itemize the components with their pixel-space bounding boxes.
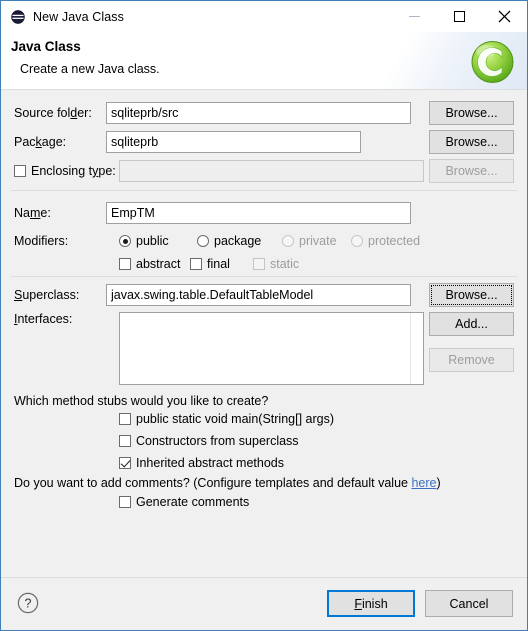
checkbox-box xyxy=(14,165,26,177)
dialog-body: Source folder: Browse... Package: Browse… xyxy=(1,90,527,577)
method-stubs-question: Which method stubs would you like to cre… xyxy=(14,394,269,408)
new-java-class-dialog: New Java Class Java Class Create a new J… xyxy=(0,0,528,631)
enclosing-type-input[interactable] xyxy=(119,160,424,182)
stub-checkbox-main[interactable]: public static void main(String[] args) xyxy=(119,412,334,426)
stub-checkbox-constructors[interactable]: Constructors from superclass xyxy=(119,434,299,448)
cancel-button[interactable]: Cancel xyxy=(425,590,513,617)
modifier-radio-public[interactable]: public xyxy=(119,234,169,248)
enclosing-type-browse-button[interactable]: Browse... xyxy=(429,159,514,183)
checkbox-box xyxy=(119,496,131,508)
modifiers-row: Modifiers: public package private protec… xyxy=(1,230,527,252)
modifier-label: public xyxy=(136,234,169,248)
window-title: New Java Class xyxy=(33,9,125,24)
stub-checkbox-inherited[interactable]: Inherited abstract methods xyxy=(119,456,284,470)
maximize-icon xyxy=(454,11,465,22)
enclosing-type-row: Enclosing type: Browse... xyxy=(1,159,527,183)
modifier-label: private xyxy=(299,234,337,248)
interfaces-listbox[interactable] xyxy=(119,312,424,385)
modifier-label: static xyxy=(270,257,300,271)
comments-question-prefix: Do you want to add comments? (Configure … xyxy=(14,476,412,490)
comments-question-suffix: ) xyxy=(436,476,441,490)
help-icon: ? xyxy=(17,592,39,614)
source-folder-label: Source folder: xyxy=(14,106,92,120)
modifier-label: protected xyxy=(368,234,421,248)
modifier-radio-private[interactable]: private xyxy=(282,234,337,248)
generate-comments-label: Generate comments xyxy=(136,495,250,509)
superclass-label: Superclass: xyxy=(14,288,80,302)
footer-buttons: Finish Cancel xyxy=(327,590,513,617)
configure-templates-link[interactable]: here xyxy=(411,476,436,490)
divider-1 xyxy=(11,190,517,191)
enclosing-type-label: Enclosing type: xyxy=(31,164,116,178)
close-icon xyxy=(498,10,511,23)
eclipse-c-logo xyxy=(469,38,516,85)
page-title: Java Class xyxy=(11,39,81,54)
name-row: Name: xyxy=(1,202,527,224)
source-folder-browse-button[interactable]: Browse... xyxy=(429,101,514,125)
checkbox-box xyxy=(253,258,265,270)
package-input[interactable] xyxy=(106,131,361,153)
modifier-radio-package[interactable]: package xyxy=(197,234,261,248)
title-bar: New Java Class xyxy=(1,1,527,32)
modifier-label: final xyxy=(207,257,230,271)
modifiers-label: Modifiers: xyxy=(14,234,69,248)
modifier-flags-row: abstract final static xyxy=(1,253,527,275)
minimize-icon xyxy=(409,16,420,17)
modifier-checkbox-abstract[interactable]: abstract xyxy=(119,257,180,271)
modifier-checkbox-final[interactable]: final xyxy=(190,257,230,271)
interfaces-remove-button[interactable]: Remove xyxy=(429,348,514,372)
source-folder-row: Source folder: Browse... xyxy=(1,101,527,125)
interfaces-label: Interfaces: xyxy=(14,312,73,326)
checkbox-box xyxy=(119,457,131,469)
stub-label: public static void main(String[] args) xyxy=(136,412,334,426)
finish-button[interactable]: Finish xyxy=(327,590,415,617)
maximize-button[interactable] xyxy=(437,1,482,32)
dialog-footer: ? Finish Cancel xyxy=(1,577,527,630)
name-input[interactable] xyxy=(106,202,411,224)
finish-label: Finish xyxy=(354,596,388,611)
radio-circle xyxy=(351,235,363,247)
superclass-row: Superclass: Browse... xyxy=(1,283,527,307)
modifier-checkbox-static[interactable]: static xyxy=(253,257,299,271)
radio-circle xyxy=(282,235,294,247)
checkbox-box xyxy=(119,258,131,270)
superclass-browse-button[interactable]: Browse... xyxy=(429,283,514,307)
minimize-button[interactable] xyxy=(392,1,437,32)
superclass-input[interactable] xyxy=(106,284,411,306)
listbox-divider xyxy=(410,313,411,384)
checkbox-box xyxy=(119,435,131,447)
interfaces-add-button[interactable]: Add... xyxy=(429,312,514,336)
stub-label: Inherited abstract methods xyxy=(136,456,284,470)
close-button[interactable] xyxy=(482,1,527,32)
window-controls xyxy=(392,1,527,32)
package-row: Package: Browse... xyxy=(1,130,527,154)
checkbox-box xyxy=(190,258,202,270)
divider-2 xyxy=(11,276,517,277)
checkbox-box xyxy=(119,413,131,425)
modifier-label: abstract xyxy=(136,257,181,271)
package-browse-button[interactable]: Browse... xyxy=(429,130,514,154)
help-button[interactable]: ? xyxy=(16,591,40,615)
name-label: Name: xyxy=(14,206,51,220)
comments-question: Do you want to add comments? (Configure … xyxy=(14,476,441,490)
package-label: Package: xyxy=(14,135,67,149)
stub-label: Constructors from superclass xyxy=(136,434,299,448)
radio-circle xyxy=(119,235,131,247)
generate-comments-checkbox[interactable]: Generate comments xyxy=(119,495,249,509)
java-class-icon xyxy=(10,9,26,25)
enclosing-type-checkbox[interactable]: Enclosing type: xyxy=(14,164,116,178)
radio-circle xyxy=(197,235,209,247)
modifier-radio-protected[interactable]: protected xyxy=(351,234,420,248)
source-folder-input[interactable] xyxy=(106,102,411,124)
modifier-label: package xyxy=(214,234,262,248)
page-subtitle: Create a new Java class. xyxy=(20,62,160,76)
svg-text:?: ? xyxy=(25,597,32,611)
dialog-header: Java Class Create a new Java class. xyxy=(1,32,527,90)
